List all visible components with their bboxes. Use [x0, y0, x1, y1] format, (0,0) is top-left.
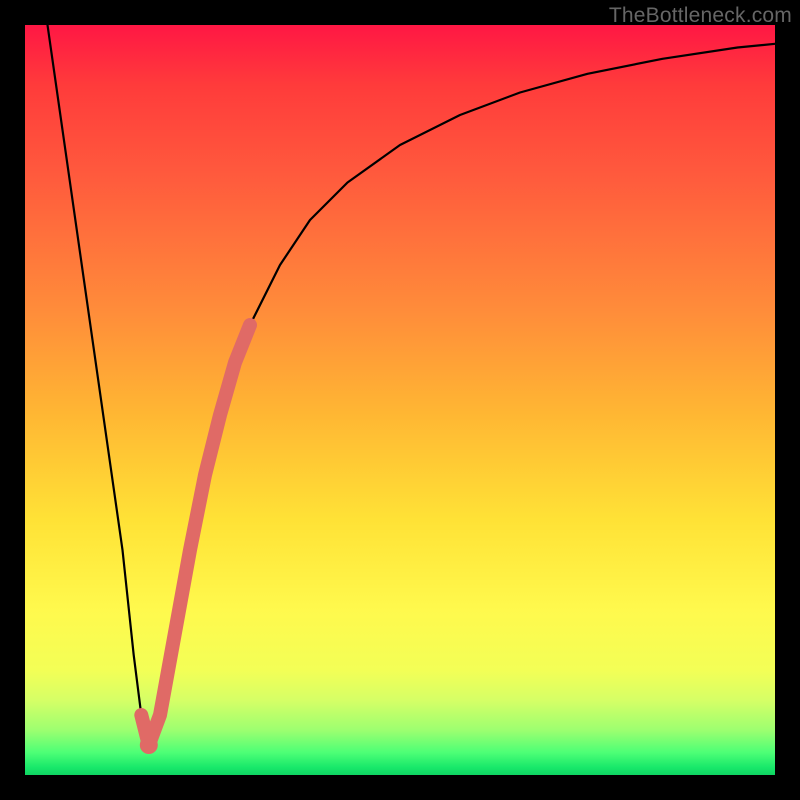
- highlight-curve-path: [141, 325, 250, 745]
- bottleneck-curve-path: [48, 25, 776, 745]
- highlight-segment: [140, 325, 250, 754]
- main-curve: [48, 25, 776, 745]
- plot-area: [25, 25, 775, 775]
- chart-frame: TheBottleneck.com: [0, 0, 800, 800]
- minimum-marker: [140, 736, 158, 754]
- watermark-text: TheBottleneck.com: [609, 4, 792, 28]
- curve-layer: [25, 25, 775, 775]
